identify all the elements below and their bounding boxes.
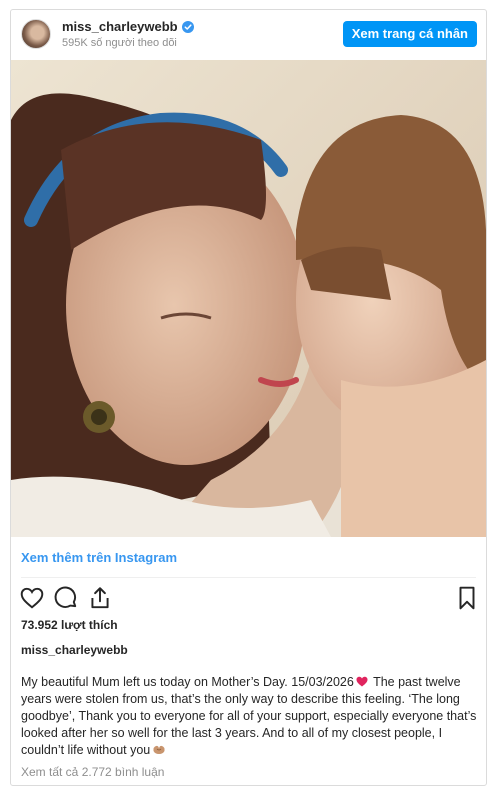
post-caption: My beautiful Mum left us today on Mother… [21, 674, 481, 759]
speech-bubble-icon[interactable] [53, 585, 79, 611]
divider [21, 577, 476, 578]
heart-hands-emoji-icon [153, 745, 165, 754]
username-link[interactable]: miss_charleywebb [62, 19, 178, 34]
post-header: miss_charleywebb 595K số người theo dõi … [11, 10, 486, 60]
post-author-link[interactable]: miss_charleywebb [21, 643, 128, 657]
view-all-comments-link[interactable]: Xem tất cả 2.772 bình luận [21, 765, 164, 779]
red-heart-emoji-icon [356, 676, 368, 687]
caption-text-start: My beautiful Mum left us today on Mother… [21, 675, 354, 689]
like-count[interactable]: 73.952 lượt thích [21, 618, 118, 632]
share-icon[interactable] [87, 585, 113, 611]
view-profile-button[interactable]: Xem trang cá nhân [342, 21, 477, 47]
action-bar [11, 585, 486, 615]
username-row: miss_charleywebb [62, 19, 194, 34]
post-image [11, 60, 486, 537]
verified-badge-icon [181, 20, 194, 33]
heart-outline-icon[interactable] [19, 585, 45, 611]
instagram-embed-card: miss_charleywebb 595K số người theo dõi … [10, 9, 487, 786]
bookmark-icon[interactable] [454, 585, 480, 611]
post-photo[interactable] [11, 60, 486, 537]
avatar[interactable] [21, 19, 51, 49]
view-more-on-instagram-link[interactable]: Xem thêm trên Instagram [21, 550, 177, 565]
follower-count: 595K số người theo dõi [62, 37, 177, 49]
